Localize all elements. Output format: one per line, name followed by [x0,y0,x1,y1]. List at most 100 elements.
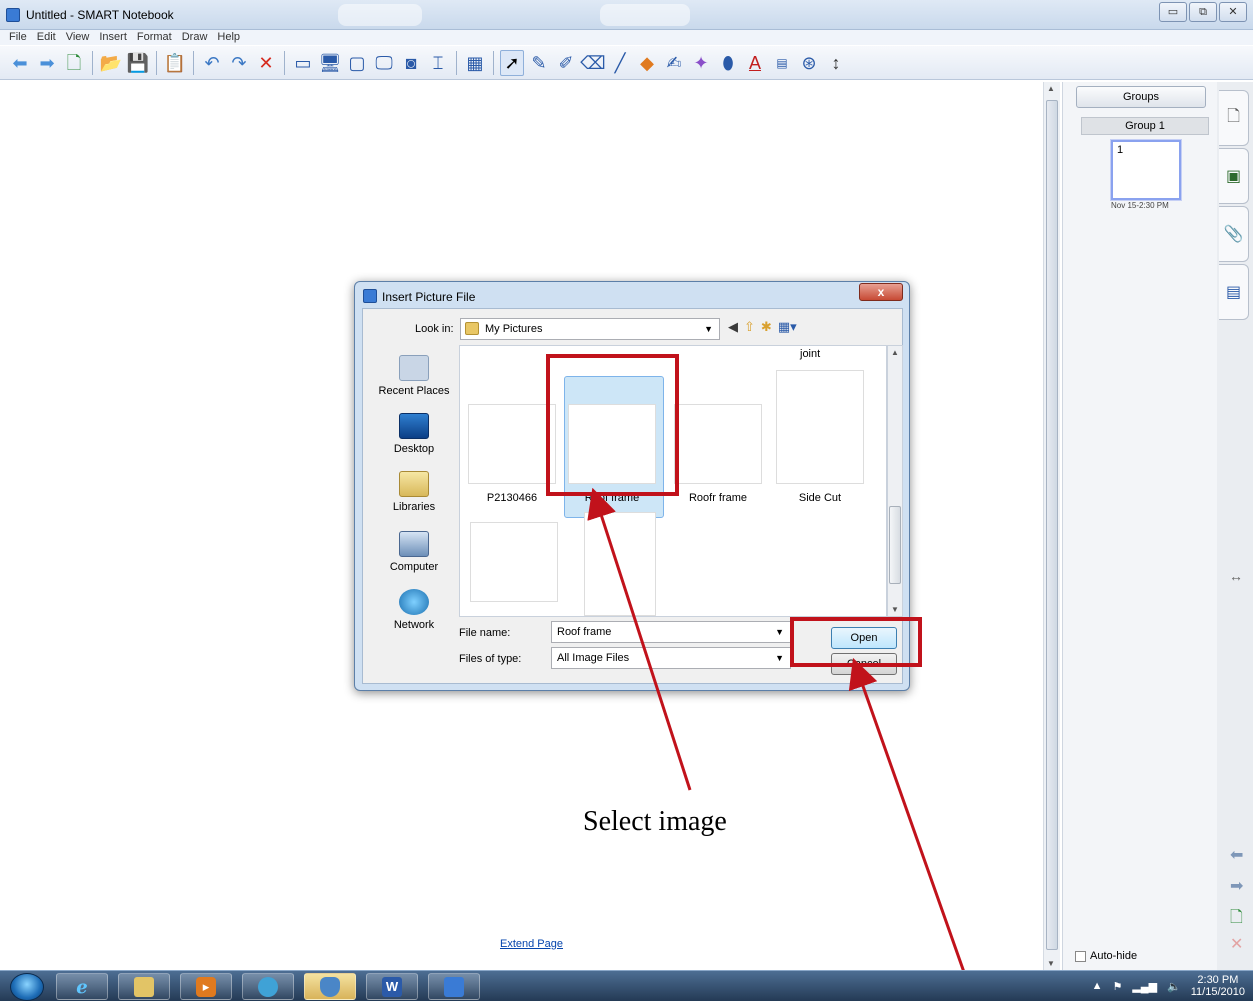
taskbar-messenger[interactable] [242,973,294,1000]
page-thumbnail[interactable]: 1 [1111,140,1181,200]
look-in-combo[interactable]: My Pictures ▼ [460,318,720,340]
show-hidden-icons-icon[interactable]: ▲ [1092,980,1103,992]
panel-delete-page-icon[interactable]: ✕ [1230,934,1243,954]
action-center-flag-icon[interactable]: ⚑ [1112,980,1122,993]
select-cursor-icon[interactable]: ➚ [500,49,524,76]
file-list-scrollbar[interactable]: ▲ ▼ [887,345,903,617]
page-sorter-tab[interactable]: 🗋 [1219,90,1249,146]
table-icon[interactable]: ▦ [463,50,487,76]
properties-tab[interactable]: ▤ [1219,264,1249,320]
file-item[interactable] [466,522,562,602]
screen-shade-icon[interactable]: ▭ [291,50,315,76]
network-signal-icon[interactable]: ▂▄▆ [1132,980,1157,993]
places-bar: Recent Places Desktop Libraries Computer… [369,347,459,647]
file-item[interactable]: Side Cut [772,370,868,504]
file-item[interactable]: Roofr frame [670,404,766,504]
place-network[interactable]: Network [369,589,459,631]
panel-add-page-icon[interactable]: 🗋 [1230,906,1243,933]
move-toolbar-icon[interactable]: ↕ [824,50,848,76]
place-libraries[interactable]: Libraries [369,471,459,513]
redo-icon[interactable]: ↷ [227,50,251,76]
undo-icon[interactable]: ↶ [200,50,224,76]
document-camera-icon[interactable]: ⌶ [426,50,450,76]
taskbar-word[interactable]: W [366,973,418,1000]
shapes-icon[interactable]: ◆ [635,50,659,76]
creative-pen-icon[interactable]: ✐ [554,50,578,76]
scroll-up-icon[interactable]: ▲ [1047,84,1055,93]
full-screen-icon[interactable]: 🖥 [318,50,342,76]
properties-icon: ▤ [1225,284,1242,301]
canvas-scrollbar[interactable]: ▲ ▼ [1043,82,1060,970]
resize-arrows-icon[interactable]: ↔ [1229,568,1243,584]
menu-edit[interactable]: Edit [32,30,61,45]
panel-next-page-icon[interactable]: ➡ [1230,876,1243,896]
canvas-scroll-thumb[interactable] [1046,100,1058,950]
clock[interactable]: 2:30 PM 11/15/2010 [1191,974,1245,998]
save-icon[interactable]: 💾 [126,50,150,76]
view-menu-icon[interactable]: ▦▾ [778,319,797,335]
internet-explorer-icon: ℯ [76,976,88,997]
place-computer[interactable]: Computer [369,531,459,573]
next-page-icon[interactable]: ➡ [35,50,59,76]
properties-icon[interactable]: ▤ [770,50,794,76]
delete-icon[interactable]: ✕ [254,50,278,76]
file-item[interactable] [572,512,668,616]
menu-file[interactable]: File [4,30,32,45]
close-button[interactable]: ✕ [1219,2,1247,22]
volume-icon[interactable]: 🔈 [1167,980,1181,993]
group-label[interactable]: Group 1 [1081,117,1209,135]
menu-help[interactable]: Help [212,30,245,45]
text-icon[interactable]: A [743,50,767,76]
auto-hide-checkbox[interactable] [1075,950,1086,962]
menu-insert[interactable]: Insert [94,30,132,45]
scroll-up-icon[interactable]: ▲ [891,348,899,357]
add-page-icon[interactable]: 🗋 [62,50,86,76]
measurement-tools-icon[interactable]: ⊛ [797,50,821,76]
taskbar-media-player[interactable]: ▸ [180,973,232,1000]
extend-page-link[interactable]: Extend Page [500,938,563,950]
minimize-button[interactable]: ▭ [1159,2,1187,22]
chevron-down-icon[interactable]: ▼ [775,648,784,668]
file-name-input[interactable]: Roof frame ▼ [551,621,791,643]
taskbar-smart-notebook[interactable] [428,973,480,1000]
back-icon[interactable]: ◀ [728,319,738,335]
eraser-icon[interactable]: ⌫ [580,50,605,76]
dialog-close-button[interactable]: x [859,283,903,301]
shape-recognition-pen-icon[interactable]: ✍ [662,50,686,76]
files-of-type-select[interactable]: All Image Files ▼ [551,647,791,669]
pen-icon[interactable]: ✎ [527,50,551,76]
menu-format[interactable]: Format [132,30,177,45]
restore-button[interactable]: ⧉ [1189,2,1217,22]
dual-page-icon[interactable]: 🖵 [372,50,396,76]
gallery-tab[interactable]: ▣ [1219,148,1249,204]
panel-previous-page-icon[interactable]: ⬅ [1230,845,1243,865]
screen-capture-icon[interactable]: ◙ [399,50,423,76]
attachments-tab[interactable]: 📎 [1219,206,1249,262]
taskbar-file-explorer[interactable] [118,973,170,1000]
up-folder-icon[interactable]: ⇧ [744,319,755,335]
chevron-down-icon[interactable]: ▼ [775,622,784,642]
file-list-scroll-thumb[interactable] [889,506,901,584]
start-button[interactable] [10,973,44,1001]
place-recent-places[interactable]: Recent Places [369,355,459,397]
auto-hide-toggle[interactable]: Auto-hide [1075,950,1137,962]
open-folder-icon[interactable]: 📂 [99,50,123,76]
scroll-down-icon[interactable]: ▼ [1047,959,1055,968]
magic-pen-icon[interactable]: ✦ [689,50,713,76]
menu-view[interactable]: View [61,30,95,45]
chevron-down-icon: ▼ [704,324,713,334]
previous-page-icon[interactable]: ⬅ [8,50,32,76]
groups-button[interactable]: Groups [1076,86,1206,108]
taskbar-internet-explorer[interactable]: ℯ [56,973,108,1000]
menu-draw[interactable]: Draw [177,30,213,45]
taskbar-security[interactable] [304,973,356,1000]
network-icon [399,589,429,615]
scroll-down-icon[interactable]: ▼ [891,605,899,614]
paste-icon[interactable]: 📋 [163,50,187,76]
transparent-background-icon[interactable]: ▢ [345,50,369,76]
place-desktop[interactable]: Desktop [369,413,459,455]
toolbar-separator [92,50,93,75]
line-icon[interactable]: ╱ [608,50,632,76]
new-folder-icon[interactable]: ✱ [761,319,772,335]
fill-icon[interactable]: ⬮ [716,50,740,76]
